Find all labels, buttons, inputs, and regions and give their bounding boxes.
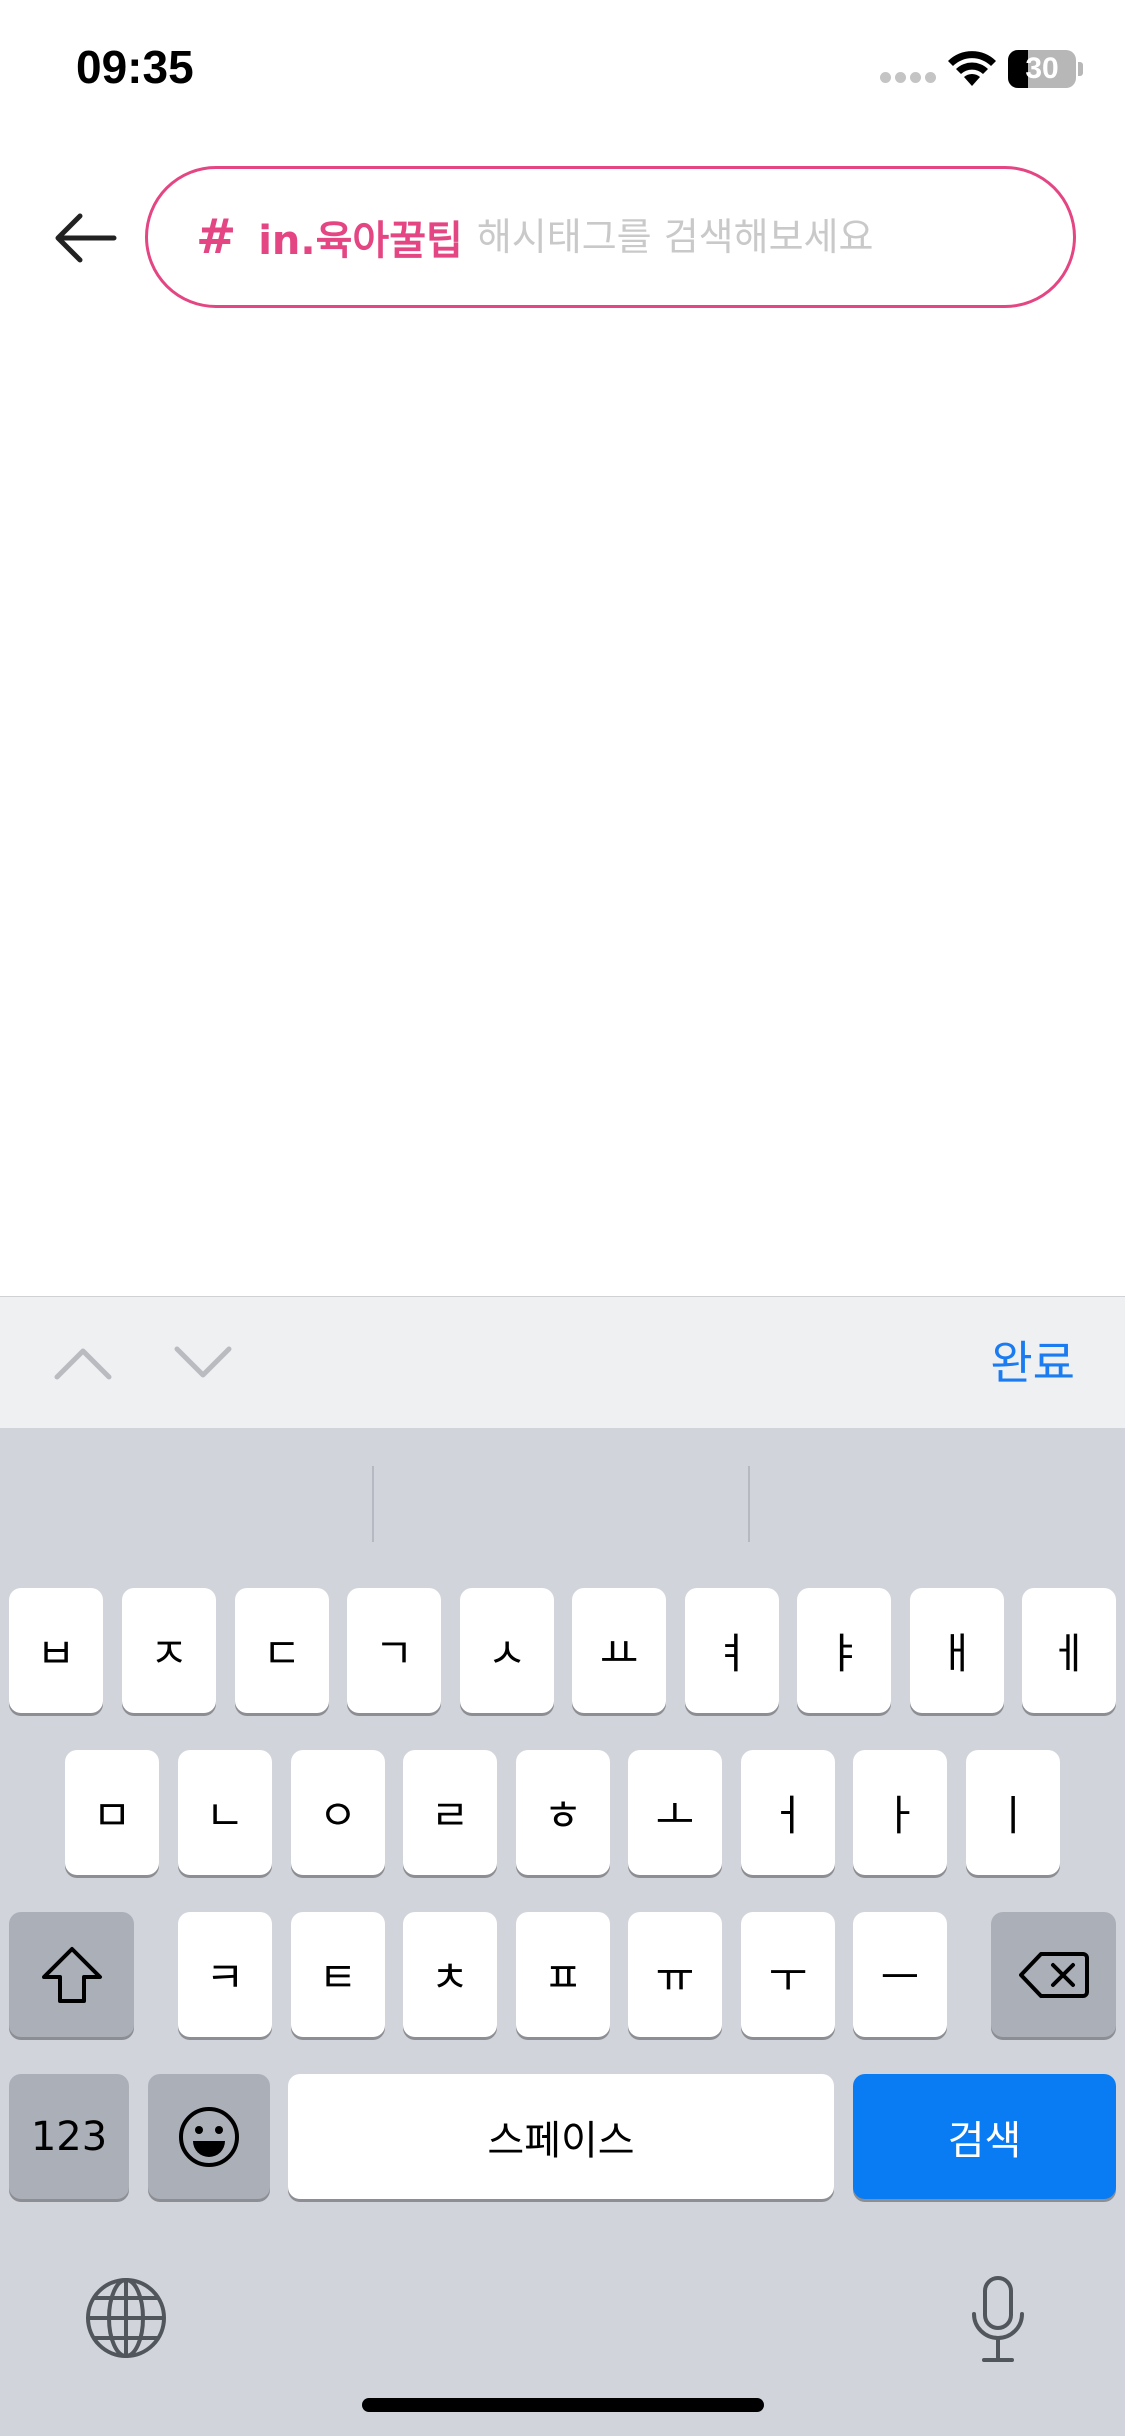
wifi-icon [948, 51, 996, 86]
key-3-6[interactable]: ㅜ [741, 1912, 835, 2037]
backspace-icon [1018, 1951, 1089, 1998]
space-key-label: 스페이스 [487, 2117, 635, 2164]
previous-field-button[interactable] [48, 1333, 118, 1393]
suggestion-divider [748, 1466, 750, 1542]
done-button[interactable]: 완료 [990, 1333, 1075, 1393]
delete-key[interactable] [991, 1912, 1116, 2037]
key-3-1[interactable]: ㅋ [178, 1912, 272, 2037]
key-3-5[interactable]: ㅠ [628, 1912, 722, 2037]
status-bar: 09:35 30 [0, 0, 1125, 140]
key-1-9[interactable]: ㅐ [910, 1588, 1004, 1713]
key-1-4[interactable]: ㄱ [347, 1588, 441, 1713]
globe-icon [86, 2278, 166, 2358]
next-field-button[interactable] [168, 1333, 238, 1393]
key-1-1[interactable]: ㅂ [9, 1588, 103, 1713]
key-2-4[interactable]: ㄹ [403, 1750, 497, 1875]
key-2-9[interactable]: ㅣ [966, 1750, 1060, 1875]
shift-key[interactable] [9, 1912, 134, 2037]
home-indicator [362, 2398, 764, 2412]
key-3-2[interactable]: ㅌ [291, 1912, 385, 2037]
space-key[interactable]: 스페이스 [288, 2074, 834, 2199]
emoji-icon [179, 2106, 239, 2167]
key-3-7[interactable]: ㅡ [853, 1912, 947, 2037]
chevron-down-icon [174, 1346, 232, 1378]
key-1-7[interactable]: ㅕ [685, 1588, 779, 1713]
numbers-key-label: 123 [30, 2113, 108, 2160]
key-1-2[interactable]: ㅈ [122, 1588, 216, 1713]
key-2-8[interactable]: ㅏ [853, 1750, 947, 1875]
battery-level: 30 [1025, 52, 1059, 85]
key-3-3[interactable]: ㅊ [403, 1912, 497, 2037]
numbers-key[interactable]: 123 [9, 2074, 129, 2199]
cellular-signal-icon [880, 72, 936, 86]
key-2-6[interactable]: ㅗ [628, 1750, 722, 1875]
chevron-up-icon [54, 1348, 112, 1380]
microphone-icon [972, 2276, 1024, 2362]
key-1-5[interactable]: ㅅ [460, 1588, 554, 1713]
battery-icon: 30 [1008, 50, 1084, 88]
key-2-3[interactable]: ㅇ [291, 1750, 385, 1875]
emoji-key[interactable] [148, 2074, 270, 2199]
key-1-10[interactable]: ㅔ [1022, 1588, 1116, 1713]
search-key-label: 검색 [947, 2117, 1022, 2164]
globe-button[interactable] [76, 2268, 176, 2368]
keyboard: ㅂ ㅈ ㄷ ㄱ ㅅ ㅛ ㅕ ㅑ ㅐ ㅔ ㅁ ㄴ ㅇ ㄹ ㅎ ㅗ ㅓ ㅏ ㅣ ㅋ … [0, 1428, 1125, 2436]
arrow-left-icon [55, 213, 117, 262]
hashtag-search-box[interactable]: # in.육아꿀팁 [145, 166, 1076, 308]
back-button[interactable] [40, 200, 130, 275]
search-key[interactable]: 검색 [853, 2074, 1116, 2199]
keyboard-accessory-bar: 완료 [0, 1296, 1125, 1428]
key-1-3[interactable]: ㄷ [235, 1588, 329, 1713]
key-1-8[interactable]: ㅑ [797, 1588, 891, 1713]
key-3-4[interactable]: ㅍ [516, 1912, 610, 2037]
screen: 09:35 30 # in.육아꿀팁 해시태그를 검색해보세요 완료 ㅂ ㅈ ㄷ… [0, 0, 1125, 2436]
key-1-6[interactable]: ㅛ [572, 1588, 666, 1713]
status-time: 09:35 [76, 41, 194, 93]
key-2-7[interactable]: ㅓ [741, 1750, 835, 1875]
key-2-1[interactable]: ㅁ [65, 1750, 159, 1875]
tag-prefix: in.육아꿀팁 [258, 218, 463, 264]
microphone-button[interactable] [948, 2264, 1048, 2374]
hashtag-search-input[interactable] [476, 215, 1073, 259]
key-2-2[interactable]: ㄴ [178, 1750, 272, 1875]
shift-icon [41, 1946, 102, 2003]
key-2-5[interactable]: ㅎ [516, 1750, 610, 1875]
suggestion-divider [372, 1466, 374, 1542]
hash-icon: # [196, 209, 237, 265]
